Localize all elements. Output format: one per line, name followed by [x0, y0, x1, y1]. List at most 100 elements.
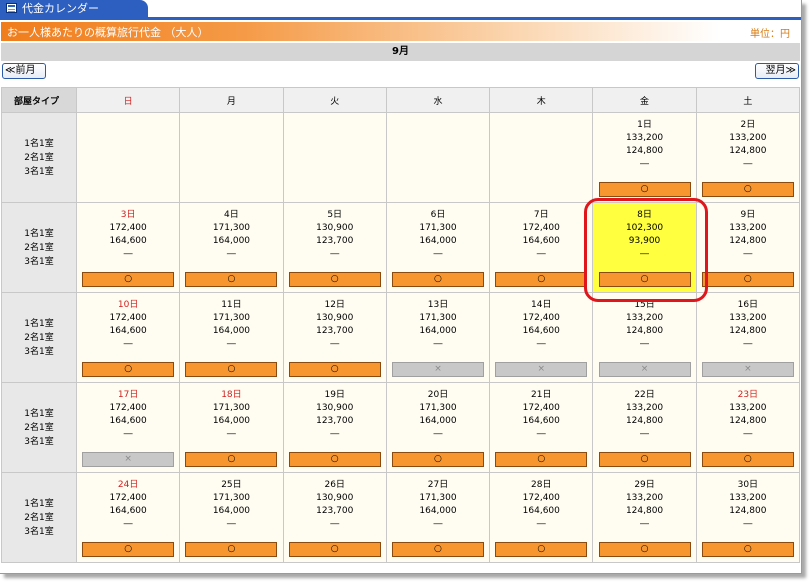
- window-tab: 代金カレンダー: [0, 0, 148, 17]
- book-button[interactable]: ○: [495, 542, 588, 557]
- book-button[interactable]: ○: [495, 272, 588, 287]
- price-value: 133,200: [729, 493, 767, 503]
- day-cell: 11日 171,300 164,000 ― ○: [179, 292, 284, 383]
- price-value: 102,300: [625, 223, 664, 233]
- price-value: ―: [743, 339, 753, 349]
- day-number: 24日: [117, 480, 139, 490]
- price-value: 171,300: [212, 313, 251, 323]
- price-value: ―: [743, 519, 753, 529]
- day-number: 3日: [120, 210, 136, 220]
- day-cell: 18日 171,300 164,000 ― ○: [179, 382, 284, 473]
- prev-month-button[interactable]: ≪前月: [2, 63, 46, 79]
- book-button[interactable]: ○: [701, 542, 794, 557]
- day-number: 9日: [740, 210, 756, 220]
- book-button[interactable]: ○: [185, 452, 278, 467]
- calendar-icon: [6, 3, 17, 13]
- book-button[interactable]: ○: [82, 362, 175, 377]
- book-button[interactable]: ○: [391, 272, 484, 287]
- price-value: 171,300: [419, 313, 457, 323]
- day-cell: 19日 130,900 123,700 ― ○: [282, 382, 387, 473]
- week-row: 1名1室 2名1室 3名1室 17日 172,400 164,600 ― × 18日 171,30…: [1, 382, 801, 473]
- price-value: ―: [743, 429, 753, 439]
- book-button[interactable]: ○: [701, 452, 794, 467]
- weekday-header-fri: 金: [592, 87, 697, 113]
- banner-title: お一人様あたりの概算旅行代金 （大人）: [7, 26, 209, 39]
- book-button[interactable]: ○: [185, 272, 278, 287]
- price-value: 124,800: [729, 506, 767, 516]
- weekday-header-sat: 土: [695, 87, 801, 113]
- day-number: 8日: [637, 210, 652, 220]
- price-value: 164,000: [212, 236, 251, 246]
- price-value: 171,300: [419, 493, 457, 503]
- price-value: ―: [433, 429, 443, 439]
- price-value: ―: [433, 249, 443, 259]
- book-button[interactable]: ○: [598, 452, 691, 467]
- price-value: ―: [226, 339, 236, 349]
- book-button[interactable]: ○: [391, 452, 484, 467]
- month-label: 9月: [1, 43, 800, 61]
- price-value: ―: [123, 249, 133, 259]
- price-value: 93,900: [628, 236, 661, 246]
- price-value: ―: [640, 159, 650, 169]
- price-value: 164,000: [419, 506, 457, 516]
- price-value: 172,400: [109, 493, 147, 503]
- book-button[interactable]: ○: [288, 542, 381, 557]
- day-cell: 28日 172,400 164,600 ― ○: [489, 472, 594, 563]
- unavailable-button: ×: [495, 362, 588, 377]
- room-type-label: 3名1室: [24, 526, 54, 537]
- day-cell: 13日 171,300 164,000 ― ×: [385, 292, 491, 383]
- day-cell: 25日 171,300 164,000 ― ○: [179, 472, 284, 563]
- day-cell: 22日 133,200 124,800 ― ○: [592, 382, 697, 473]
- day-cell: 27日 171,300 164,000 ― ○: [385, 472, 491, 563]
- price-value: 124,800: [729, 236, 767, 246]
- book-button[interactable]: ○: [701, 182, 794, 197]
- book-button[interactable]: ○: [701, 272, 794, 287]
- room-type-label: 1名1室: [24, 408, 54, 419]
- price-value: 123,700: [316, 326, 354, 336]
- title-tab-bar: 代金カレンダー: [0, 0, 801, 20]
- price-value: 171,300: [212, 403, 251, 413]
- book-button[interactable]: ○: [82, 272, 175, 287]
- book-button[interactable]: ○: [185, 362, 278, 377]
- price-value: ―: [330, 519, 340, 529]
- price-value: ―: [640, 249, 650, 259]
- book-button[interactable]: ○: [82, 542, 175, 557]
- day-number: 5日: [327, 210, 343, 220]
- price-value: 124,800: [625, 326, 664, 336]
- price-value: 123,700: [316, 236, 354, 246]
- price-value: ―: [330, 249, 340, 259]
- day-number: 29日: [634, 480, 655, 490]
- price-value: 124,800: [625, 416, 664, 426]
- price-value: 164,000: [212, 506, 251, 516]
- next-month-button[interactable]: 翌月≫: [755, 63, 799, 79]
- day-number: 10日: [117, 300, 139, 310]
- price-value: 164,000: [419, 416, 457, 426]
- book-button[interactable]: ○: [598, 542, 691, 557]
- day-number: 28日: [531, 480, 552, 490]
- book-button[interactable]: ○: [185, 542, 278, 557]
- room-type-labels: 1名1室 2名1室 3名1室: [1, 202, 77, 293]
- room-type-label: 1名1室: [24, 318, 54, 329]
- price-banner: お一人様あたりの概算旅行代金 （大人） 単位：円: [1, 22, 800, 41]
- price-value: ―: [433, 339, 443, 349]
- book-button[interactable]: ○: [598, 272, 691, 287]
- price-value: ―: [640, 519, 650, 529]
- book-button[interactable]: ○: [288, 362, 381, 377]
- price-value: 164,000: [419, 236, 457, 246]
- price-value: 133,200: [729, 223, 767, 233]
- room-type-label: 2名1室: [24, 152, 54, 163]
- day-cell: 21日 172,400 164,600 ― ○: [489, 382, 594, 473]
- book-button[interactable]: ○: [598, 182, 691, 197]
- book-button[interactable]: ○: [288, 272, 381, 287]
- day-cell: 14日 172,400 164,600 ― ×: [489, 292, 594, 383]
- day-number: 30日: [737, 480, 759, 490]
- price-value: 124,800: [729, 416, 767, 426]
- book-button[interactable]: ○: [495, 452, 588, 467]
- book-button[interactable]: ○: [391, 542, 484, 557]
- price-value: 164,600: [522, 416, 560, 426]
- price-value: 172,400: [522, 403, 560, 413]
- room-type-header: 部屋タイプ: [1, 87, 77, 113]
- book-button[interactable]: ○: [288, 452, 381, 467]
- price-value: 123,700: [316, 506, 354, 516]
- price-value: 133,200: [625, 133, 664, 143]
